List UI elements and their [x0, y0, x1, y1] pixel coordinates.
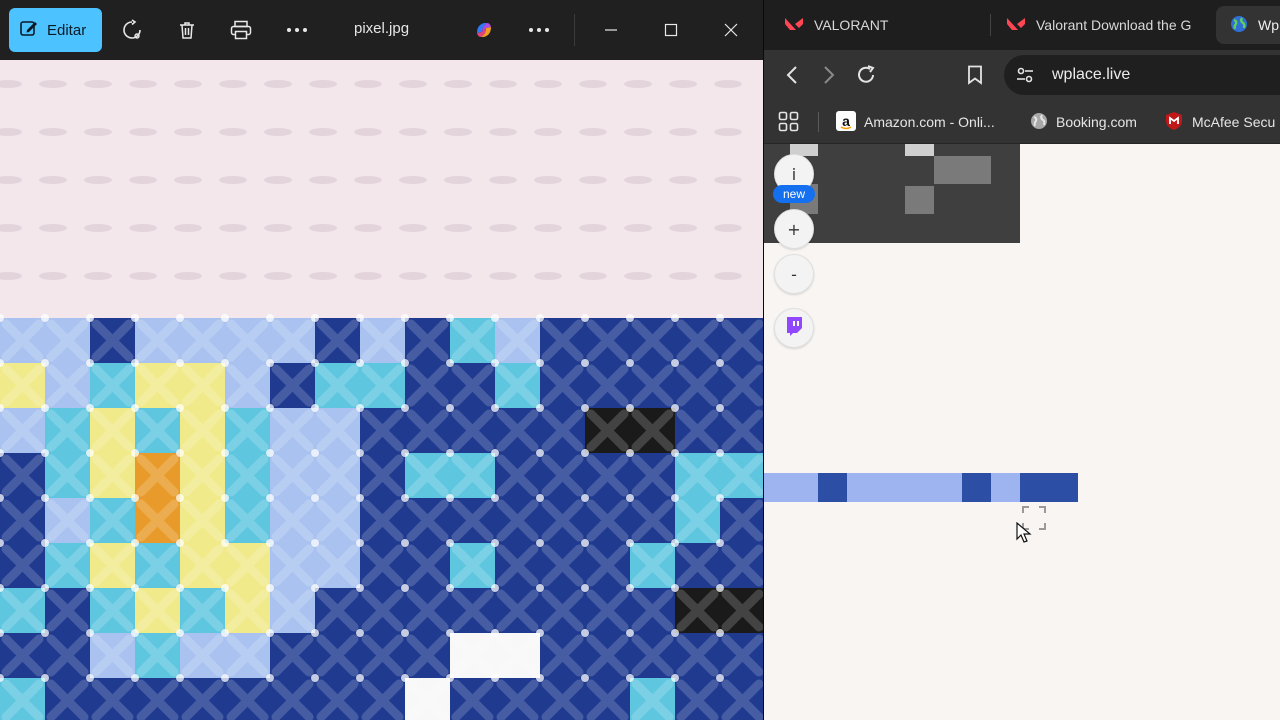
file-name: pixel.jpg	[354, 20, 410, 37]
valorant-icon	[784, 16, 804, 35]
pixel-dark-blue	[1020, 473, 1078, 502]
bookmarks-bar: a Amazon.com - Onli... Booking.com McAfe…	[764, 100, 1280, 144]
pixel-mid-gray	[934, 156, 991, 184]
back-icon[interactable]	[780, 63, 804, 87]
delete-icon[interactable]	[169, 12, 205, 48]
globe-icon	[1230, 15, 1248, 36]
zoom-in-button[interactable]: +	[774, 209, 814, 249]
globe-icon	[1030, 112, 1048, 133]
wplace-canvas[interactable]: i new + -	[764, 144, 1280, 720]
amazon-icon: a	[836, 110, 856, 134]
toolbar-divider	[574, 14, 575, 46]
minimize-icon[interactable]	[593, 12, 629, 48]
tab-separator	[990, 14, 991, 36]
bookmark-label: Booking.com	[1056, 114, 1137, 130]
zoom-out-label: -	[791, 264, 797, 284]
pixel-light-blue	[764, 473, 818, 502]
pixel-light-blue	[847, 473, 962, 502]
tab-valorant-download[interactable]: Valorant Download the G	[1006, 6, 1196, 44]
valorant-icon	[1006, 16, 1026, 35]
pixel-light-gray	[905, 144, 934, 156]
photo-viewer-window: Editar pixel.jpg	[0, 0, 763, 720]
pixel-mid-gray	[905, 186, 934, 214]
maximize-icon[interactable]	[653, 12, 689, 48]
bookmark-booking[interactable]: Booking.com	[1030, 110, 1137, 134]
bookmark-label: Amazon.com - Onli...	[864, 114, 995, 130]
tab-wplace[interactable]: Wp	[1216, 6, 1280, 44]
svg-text:a: a	[842, 113, 850, 129]
edit-image-icon	[19, 18, 39, 42]
screen: Editar pixel.jpg VALORANT Valorant Downl…	[0, 0, 1280, 720]
edit-button[interactable]: Editar	[9, 8, 102, 52]
print-icon[interactable]	[223, 12, 259, 48]
info-label: i	[791, 164, 797, 184]
rotate-icon[interactable]	[114, 12, 150, 48]
new-badge: new	[773, 185, 815, 203]
twitch-button[interactable]	[774, 308, 814, 348]
forward-icon[interactable]	[817, 63, 841, 87]
zoom-out-button[interactable]: -	[774, 254, 814, 294]
pixel-dark-blue	[818, 473, 847, 502]
pixel-dark-blue	[962, 473, 991, 502]
tab-strip: VALORANT Valorant Download the G Wp	[764, 0, 1280, 50]
reload-icon[interactable]	[854, 63, 878, 87]
tab-title: Wp	[1258, 17, 1279, 33]
url-text: wplace.live	[1052, 66, 1131, 83]
cross-stitch-image	[0, 60, 763, 720]
mcafee-icon	[1164, 111, 1184, 134]
close-icon[interactable]	[713, 12, 749, 48]
bookmark-label: McAfee Secu	[1192, 114, 1276, 130]
viewer-toolbar: Editar pixel.jpg	[0, 0, 763, 60]
copilot-icon[interactable]	[466, 12, 502, 48]
apps-icon[interactable]	[778, 110, 800, 134]
browser-window: VALORANT Valorant Download the G Wp wpla…	[764, 0, 1280, 720]
more-options-icon-2[interactable]	[521, 12, 557, 48]
more-options-icon[interactable]	[279, 12, 315, 48]
cross-stitch-photo	[0, 60, 763, 720]
zoom-in-label: +	[787, 219, 801, 239]
tab-title: VALORANT	[814, 17, 889, 33]
site-settings-icon[interactable]	[1016, 66, 1034, 88]
bookmark-icon[interactable]	[963, 63, 987, 87]
tab-valorant[interactable]: VALORANT	[784, 6, 984, 44]
mouse-cursor-icon	[1016, 521, 1032, 544]
bookmark-mcafee[interactable]: McAfee Secu	[1164, 110, 1275, 134]
pixel-light-blue	[991, 473, 1020, 502]
address-bar[interactable]: wplace.live	[1004, 55, 1280, 95]
tab-title: Valorant Download the G	[1036, 17, 1192, 33]
edit-label: Editar	[47, 21, 87, 39]
bookmark-amazon[interactable]: a Amazon.com - Onli...	[836, 110, 995, 134]
navigation-bar: wplace.live	[764, 50, 1280, 100]
twitch-icon	[785, 316, 803, 340]
bookmarks-separator	[818, 112, 819, 132]
